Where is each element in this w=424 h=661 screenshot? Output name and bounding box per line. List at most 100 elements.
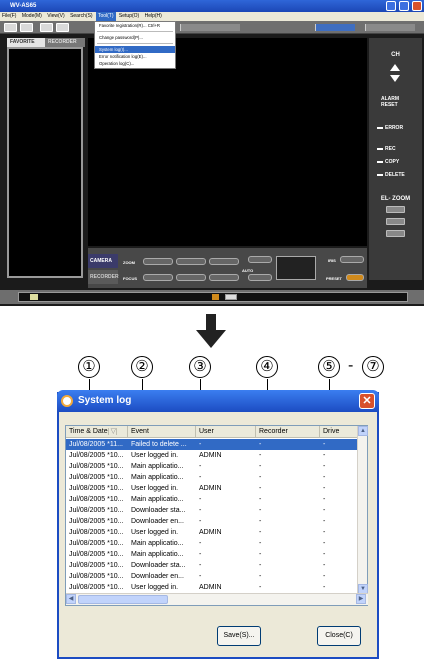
toolbar-button[interactable] — [56, 23, 69, 32]
callout-dash: - — [348, 357, 354, 374]
table-row[interactable]: Jul/08/2005 *10... Downloader en... - - - — [66, 516, 358, 527]
menu-item-change-password[interactable]: Change password(P)... — [95, 34, 175, 41]
close-button[interactable]: Close(C) — [317, 626, 361, 646]
scroll-left-icon[interactable]: ◀ — [66, 594, 76, 604]
ch-up-icon[interactable] — [390, 64, 400, 71]
copy-dot-icon — [377, 160, 383, 163]
cell-recorder: - — [259, 496, 262, 503]
cell-drive: - — [323, 529, 326, 536]
el-zoom-button[interactable] — [386, 230, 405, 237]
camera-video-area[interactable] — [88, 38, 367, 246]
cell-recorder: - — [259, 562, 262, 569]
maximize-button[interactable] — [399, 1, 409, 11]
table-row[interactable]: Jul/08/2005 *10... Main applicatio... - - - — [66, 494, 358, 505]
column-header-event[interactable]: Event — [128, 426, 196, 438]
status-icon — [225, 294, 237, 300]
menu-item-error-notification-log[interactable]: Error notification log(E)... — [95, 53, 175, 60]
vertical-scrollbar[interactable]: ▲ ▼ — [357, 426, 368, 594]
cell-drive: - — [323, 485, 326, 492]
table-row[interactable]: Jul/08/2005 *10... Main applicatio... - - - — [66, 472, 358, 483]
cell-event: Downloader en... — [131, 518, 184, 525]
menu-search[interactable]: Search(S) — [68, 12, 95, 21]
cell-event: User logged in. — [131, 485, 179, 492]
menu-mode[interactable]: Mode(M) — [20, 12, 44, 21]
column-header-drive[interactable]: Drive — [320, 426, 358, 438]
cell-time: Jul/08/2005 *10... — [69, 463, 124, 470]
table-row[interactable]: Jul/08/2005 *11... Failed to delete ... - -… — [66, 439, 358, 450]
callout-5: ⑤ — [318, 356, 340, 378]
column-header-user[interactable]: User — [196, 426, 256, 438]
el-zoom-button[interactable] — [386, 218, 405, 225]
column-header-time-date[interactable]: Time & Date ▽ — [66, 426, 128, 438]
tab-camera[interactable]: CAMERA — [88, 254, 118, 268]
menu-file[interactable]: File(F) — [0, 12, 18, 21]
scroll-right-icon[interactable]: ▶ — [356, 594, 366, 604]
table-row[interactable]: Jul/08/2005 *10... Main applicatio... - - - — [66, 538, 358, 549]
alarm-reset-button[interactable]: ALARM RESET — [381, 96, 417, 108]
cell-recorder: - — [259, 452, 262, 459]
horizontal-scrollbar[interactable]: ◀ ▶ — [66, 593, 368, 605]
column-header-recorder[interactable]: Recorder — [256, 426, 320, 438]
dialog-close-icon[interactable]: ✕ — [359, 393, 375, 409]
menu-view[interactable]: View(V) — [45, 12, 66, 21]
table-row[interactable]: Jul/08/2005 *10... User logged in. ADMIN - - — [66, 582, 358, 593]
toolbar-button[interactable] — [40, 23, 53, 32]
preset-select[interactable] — [346, 274, 364, 281]
right-control-panel: CH ALARM RESET ERROR REC COPY DELETE EL-… — [369, 38, 422, 280]
cell-event: Downloader sta... — [131, 562, 186, 569]
pan-tilt-pad[interactable] — [276, 256, 316, 280]
auto-label: AUTO — [242, 268, 254, 273]
toolbar-button[interactable] — [20, 23, 33, 32]
cell-time: Jul/08/2005 *10... — [69, 540, 124, 547]
table-row[interactable]: Jul/08/2005 *10... Downloader sta... - - - — [66, 560, 358, 571]
favorite-list-panel[interactable] — [7, 47, 83, 278]
minimize-button[interactable] — [386, 1, 396, 11]
toolbar-button[interactable] — [4, 23, 17, 32]
menu-separator — [97, 43, 173, 44]
table-row[interactable]: Jul/08/2005 *10... Downloader en... - - - — [66, 571, 358, 582]
iris-button[interactable] — [340, 256, 364, 263]
callout-2: ② — [131, 356, 153, 378]
delete-label: DELETE — [385, 172, 405, 178]
table-row[interactable]: Jul/08/2005 *10... Main applicatio... - - - — [66, 461, 358, 472]
menu-setup[interactable]: Setup(O) — [117, 12, 141, 21]
el-zoom-label: EL- ZOOM — [380, 196, 411, 202]
zoom-wide-button[interactable] — [143, 258, 173, 265]
status-warning-icon — [212, 294, 219, 300]
error-label: ERROR — [385, 125, 404, 131]
menu-help[interactable]: Help(H) — [143, 12, 164, 21]
menu-item-operation-log[interactable]: Operation log(C)... — [95, 60, 175, 67]
error-dot-icon — [377, 126, 383, 129]
auto-button[interactable] — [248, 256, 272, 263]
menu-item-favorite-registration[interactable]: Favorite registration(R)... Ctrl+R — [95, 22, 175, 29]
focus-auto-button[interactable] — [176, 274, 206, 281]
menu-item-system-log[interactable]: System log(I)... — [95, 46, 175, 53]
el-zoom-button[interactable] — [386, 206, 405, 213]
zoom-x1-button[interactable] — [176, 258, 206, 265]
monitoring-app-screenshot: WV-AS65 File(F) Mode(M) View(V) Search(S… — [0, 0, 424, 306]
window-close-button[interactable] — [412, 1, 422, 11]
save-button[interactable]: Save(S)... — [217, 626, 261, 646]
ch-down-icon[interactable] — [390, 75, 400, 82]
cell-event: Failed to delete ... — [131, 441, 187, 448]
scroll-up-icon[interactable]: ▲ — [358, 426, 368, 436]
focus-near-button[interactable] — [143, 274, 173, 281]
horizontal-scroll-thumb[interactable] — [78, 595, 168, 604]
menu-tool[interactable]: Tool(T) — [95, 12, 116, 21]
rec-label: REC — [385, 146, 396, 152]
zoom-tele-button[interactable] — [209, 258, 239, 265]
tab-recorder-control[interactable]: RECORDER — [88, 270, 119, 284]
focus-far-button[interactable] — [209, 274, 239, 281]
table-row[interactable]: Jul/08/2005 *10... User logged in. ADMIN - - — [66, 527, 358, 538]
tool-menu-dropdown: Favorite registration(R)... Ctrl+R Chang… — [94, 21, 176, 69]
table-row[interactable]: Jul/08/2005 *10... Downloader sta... - - - — [66, 505, 358, 516]
cell-drive: - — [323, 562, 326, 569]
cell-recorder: - — [259, 573, 262, 580]
log-list[interactable]: Time & Date ▽ Event User Recorder Drive … — [65, 425, 368, 606]
tab-recorder[interactable]: RECORDER — [45, 38, 85, 47]
table-row[interactable]: Jul/08/2005 *10... Main applicatio... - - - — [66, 549, 358, 560]
table-row[interactable]: Jul/08/2005 *10... User logged in. ADMIN - - — [66, 450, 358, 461]
auto-button[interactable] — [248, 274, 272, 281]
tab-favorite[interactable]: FAVORITE — [7, 38, 45, 47]
table-row[interactable]: Jul/08/2005 *10... User logged in. ADMIN - - — [66, 483, 358, 494]
